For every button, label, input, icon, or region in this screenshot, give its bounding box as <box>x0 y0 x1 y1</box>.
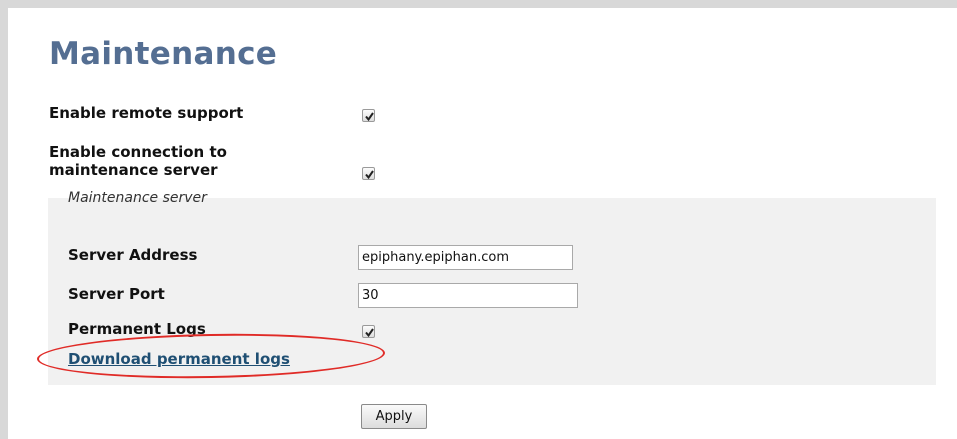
maintenance-connection-label-line2: maintenance server <box>49 161 218 179</box>
server-port-input[interactable]: 30 <box>358 283 578 308</box>
maintenance-server-legend: Maintenance server <box>68 190 207 206</box>
remote-support-checkbox[interactable] <box>362 109 375 122</box>
apply-button[interactable]: Apply <box>361 404 427 429</box>
page-title: Maintenance <box>49 36 278 72</box>
checkmark-icon <box>365 328 374 338</box>
checkmark-icon <box>365 170 374 180</box>
server-address-label: Server Address <box>68 246 198 264</box>
maintenance-connection-label-line1: Enable connection to <box>49 143 227 161</box>
server-address-input[interactable]: epiphany.epiphan.com <box>358 245 573 270</box>
download-permanent-logs-link[interactable]: Download permanent logs <box>68 350 290 368</box>
checkmark-icon <box>365 112 374 122</box>
server-port-label: Server Port <box>68 285 165 303</box>
permanent-logs-checkbox[interactable] <box>362 325 375 338</box>
remote-support-label: Enable remote support <box>49 104 244 122</box>
maintenance-connection-label: Enable connection to maintenance server <box>49 143 227 179</box>
maintenance-connection-checkbox[interactable] <box>362 167 375 180</box>
